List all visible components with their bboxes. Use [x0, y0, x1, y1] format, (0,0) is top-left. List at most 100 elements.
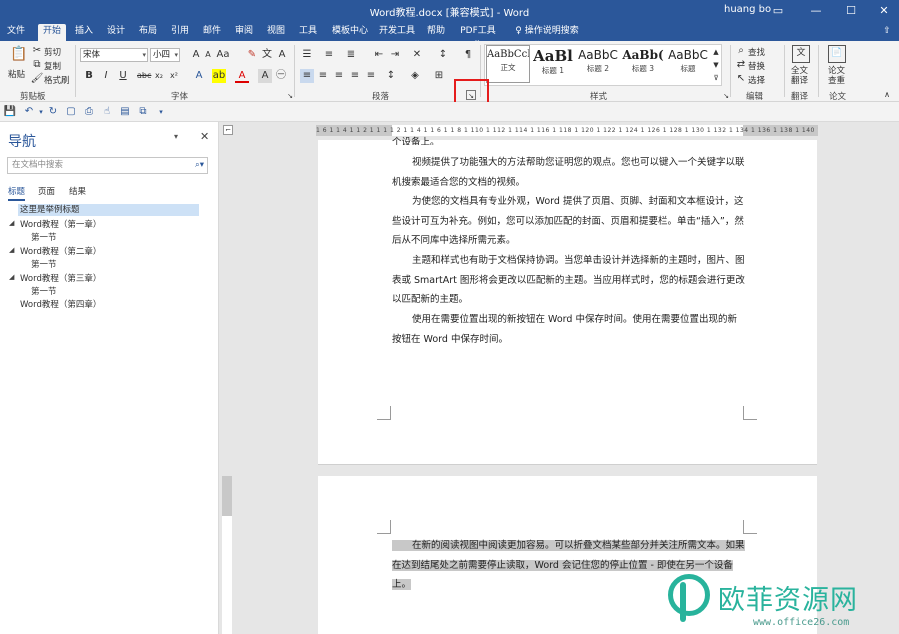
tab-review[interactable]: 审阅: [232, 24, 256, 41]
increase-indent-icon[interactable]: ⇥: [388, 48, 402, 62]
shrink-font-icon[interactable]: A: [201, 48, 215, 62]
font-color-icon[interactable]: A: [235, 69, 249, 83]
align-center-icon[interactable]: ≡: [316, 69, 330, 83]
user-name[interactable]: huang bo: [724, 4, 771, 15]
bullets-icon[interactable]: ☰: [300, 48, 314, 62]
chinese-layout-icon[interactable]: ✕: [410, 48, 424, 62]
style-title[interactable]: AaBbC 标题: [666, 45, 710, 83]
select-icon[interactable]: ↖: [734, 72, 748, 86]
copy-button[interactable]: 复制: [44, 60, 61, 72]
tab-template-center[interactable]: 模板中心: [330, 24, 370, 41]
style-heading-1[interactable]: AaBl 标题 1: [531, 45, 575, 83]
tab-pdf-tools[interactable]: PDF工具集: [456, 24, 500, 51]
nav-heading-item[interactable]: Word教程（第二章）: [20, 245, 101, 257]
tab-layout[interactable]: 布局: [136, 24, 160, 41]
tab-help[interactable]: 帮助: [424, 24, 448, 41]
collapse-triangle-icon[interactable]: ◢: [9, 246, 14, 254]
tab-mailings[interactable]: 邮件: [200, 24, 224, 41]
nav-tab-headings[interactable]: 标题: [8, 185, 26, 201]
paragraph-fragment[interactable]: 个设备上。: [392, 133, 745, 145]
align-right-icon[interactable]: ≡: [332, 69, 346, 83]
enclose-char-icon[interactable]: ㊀: [274, 69, 288, 83]
tab-developer[interactable]: 开发工具: [378, 24, 416, 41]
decrease-indent-icon[interactable]: ⇤: [372, 48, 386, 62]
nav-heading-item[interactable]: 第一节: [31, 231, 57, 243]
find-icon[interactable]: ⌕: [734, 44, 748, 58]
styles-scroll-up-icon[interactable]: ▲: [711, 45, 721, 59]
nav-options-icon[interactable]: ▾: [174, 132, 178, 141]
translate-icon[interactable]: 文: [792, 45, 810, 63]
nav-close-icon[interactable]: ✕: [200, 130, 209, 143]
nav-heading-item[interactable]: Word教程（第一章）: [20, 218, 101, 230]
tab-file[interactable]: 文件: [3, 24, 29, 41]
print-preview-icon[interactable]: ⎙: [82, 105, 96, 119]
redo-icon[interactable]: ↻: [46, 105, 60, 119]
copy-icon[interactable]: ⧉: [30, 58, 44, 72]
font-size-combo[interactable]: 小四 ▾: [150, 48, 180, 62]
styles-more-icon[interactable]: ⊽: [711, 71, 721, 85]
find-button[interactable]: 查找: [748, 46, 765, 58]
distributed-icon[interactable]: ≡: [364, 69, 378, 83]
paper-check-button[interactable]: 论文 查重: [828, 66, 845, 86]
subscript-icon[interactable]: x₂: [152, 69, 166, 83]
phonetic-guide-icon[interactable]: 文: [260, 48, 274, 62]
nav-heading-item[interactable]: 这里是举例标题: [18, 204, 199, 216]
line-spacing-icon[interactable]: ↕: [384, 69, 398, 83]
show-marks-icon[interactable]: ¶: [461, 48, 475, 62]
tab-home[interactable]: 开始: [38, 24, 66, 41]
paragraph[interactable]: 使用在需要位置出现的新按钮在 Word 中保存时间。使用在需要位置出现的新按钮在…: [392, 310, 745, 349]
paste-icon[interactable]: 📋: [10, 47, 27, 65]
share-icon[interactable]: ⇧: [880, 24, 894, 41]
collapse-ribbon-icon[interactable]: ∧: [880, 88, 894, 102]
char-border-icon[interactable]: A: [275, 48, 289, 62]
cut-icon[interactable]: ✂: [30, 44, 44, 58]
ribbon-display-icon[interactable]: ▭: [770, 3, 786, 19]
cut-button[interactable]: 剪切: [44, 46, 61, 58]
tab-design[interactable]: 设计: [104, 24, 128, 41]
nav-heading-item[interactable]: 第一节: [31, 285, 57, 297]
italic-icon[interactable]: I: [99, 69, 113, 83]
style-heading-2[interactable]: AaBbC 标题 2: [576, 45, 620, 83]
customize-qat-icon[interactable]: ▾: [154, 105, 168, 119]
maximize-icon[interactable]: ☐: [843, 3, 859, 19]
justify-icon[interactable]: ≡: [348, 69, 362, 83]
nav-tab-pages[interactable]: 页面: [38, 185, 55, 197]
shading-icon[interactable]: ◈: [408, 69, 422, 83]
format-painter-button[interactable]: 格式刷: [44, 74, 70, 86]
full-text-translate-button[interactable]: 全文 翻译: [791, 66, 808, 86]
nav-search-input[interactable]: 在文档中搜索 ⌕▾: [7, 157, 208, 174]
nav-heading-item[interactable]: Word教程（第四章）: [20, 298, 101, 310]
tab-references[interactable]: 引用: [168, 24, 192, 41]
change-case-icon[interactable]: Aa: [216, 48, 230, 62]
select-button[interactable]: 选择: [748, 74, 765, 86]
font-name-combo[interactable]: 宋体 ▾: [80, 48, 148, 62]
styles-scroll-down-icon[interactable]: ▼: [711, 58, 721, 72]
touch-mode-icon[interactable]: ☝: [100, 105, 114, 119]
save-icon[interactable]: 💾: [3, 105, 17, 119]
paragraph[interactable]: 视频提供了功能强大的方法帮助您证明您的观点。您也可以键入一个关键字以联机搜索最适…: [392, 153, 745, 192]
style-heading-3[interactable]: AaBb( 标题 3: [621, 45, 665, 83]
numbering-icon[interactable]: ≡: [322, 48, 336, 62]
multilevel-list-icon[interactable]: ≣: [344, 48, 358, 62]
align-left-icon[interactable]: ≡: [300, 69, 314, 83]
clear-format-icon[interactable]: ✎: [245, 48, 259, 62]
vertical-ruler[interactable]: [221, 141, 233, 634]
paper-check-icon[interactable]: 📄: [828, 45, 846, 63]
bold-icon[interactable]: B: [82, 69, 96, 83]
nav-heading-item[interactable]: 第一节: [31, 258, 57, 270]
search-icon[interactable]: ⌕▾: [195, 158, 204, 173]
tab-view[interactable]: 视图: [264, 24, 288, 41]
new-doc-icon[interactable]: ▢: [64, 105, 78, 119]
collapse-triangle-icon[interactable]: ◢: [9, 219, 14, 227]
char-shading-icon[interactable]: A: [258, 69, 272, 83]
paragraph[interactable]: 为使您的文档具有专业外观，Word 提供了页眉、页脚、封面和文本框设计，这些设计…: [392, 192, 745, 251]
tell-me-search[interactable]: ♀ 操作说明搜索: [512, 24, 582, 41]
format-icon[interactable]: ▤: [118, 105, 132, 119]
tab-selector-icon[interactable]: ⌐: [223, 125, 233, 135]
borders-icon[interactable]: ⊞: [432, 69, 446, 83]
strikethrough-icon[interactable]: abc: [137, 69, 151, 83]
text-effects-icon[interactable]: A: [192, 69, 206, 83]
style-normal[interactable]: AaBbCcI 正文: [486, 45, 530, 83]
close-icon[interactable]: ✕: [876, 3, 892, 19]
underline-icon[interactable]: U: [116, 69, 130, 83]
